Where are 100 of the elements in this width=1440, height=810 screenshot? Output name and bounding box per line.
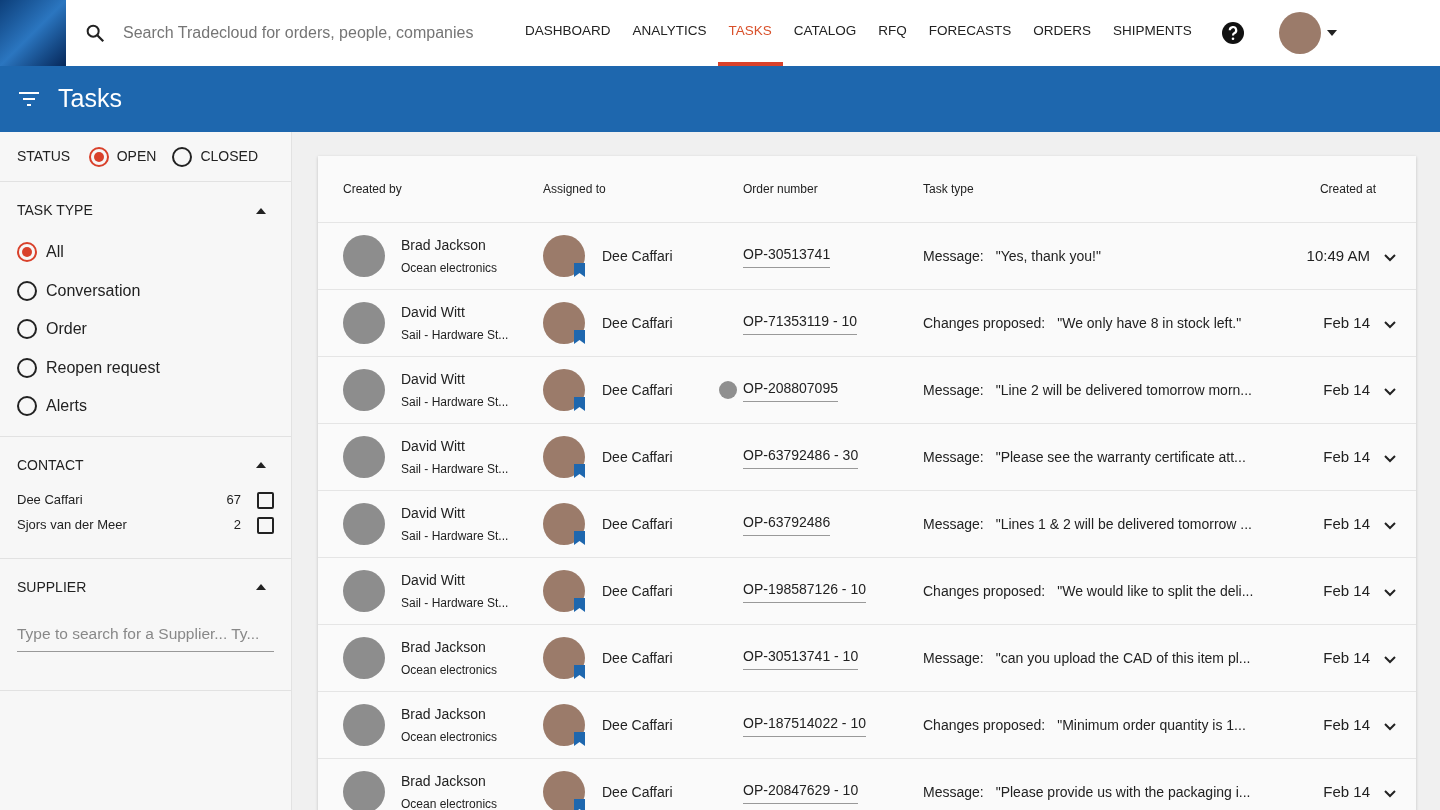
help-icon[interactable]: [1220, 21, 1245, 45]
creator-name: Brad Jackson: [401, 772, 487, 791]
avatar: [543, 369, 585, 411]
task-type: Changes proposed:: [923, 313, 1046, 333]
order-link[interactable]: OP-187514022 - 10: [743, 713, 866, 737]
search-icon[interactable]: [84, 22, 106, 44]
nav-tab[interactable]: FORECASTS: [917, 0, 1023, 66]
task-row[interactable]: David Witt Sail - Hardware St... Dee Caffari OP-63792486 - 30 Message: "Please see the warranty certificate att... Feb 14: [318, 424, 1416, 491]
collapse-caret-icon[interactable]: [256, 207, 266, 214]
creator-name: David Witt: [401, 370, 466, 389]
task-type-option[interactable]: Order: [17, 310, 274, 349]
avatar: [343, 637, 385, 679]
company-name: Sail - Hardware St...: [401, 461, 509, 478]
task-row[interactable]: Brad Jackson Ocean electronics Dee Caffari OP-187514022 - 10 Changes proposed: "Minimum order quantity is 1... Feb 14: [318, 692, 1416, 759]
bookmark-icon: [574, 598, 585, 612]
filter-icon[interactable]: [19, 92, 39, 106]
status-option[interactable]: OPEN: [88, 146, 157, 167]
section-label: SUPPLIER: [17, 577, 87, 597]
task-type: Message:: [923, 447, 984, 467]
company-name: Sail - Hardware St...: [401, 394, 509, 411]
supplier-search-field[interactable]: Type to search for a Supplier... Ty...: [17, 621, 274, 652]
creator-name: Brad Jackson: [401, 705, 487, 724]
nav-tab[interactable]: DASHBOARD: [514, 0, 622, 66]
assignee-name: Dee Caffari: [602, 648, 673, 668]
order-link[interactable]: OP-20847629 - 10: [743, 780, 859, 804]
assignee-name: Dee Caffari: [602, 313, 673, 333]
nav-tab[interactable]: ANALYTICS: [621, 0, 718, 66]
expand-chevron-icon[interactable]: [1384, 790, 1396, 798]
task-row[interactable]: Brad Jackson Ocean electronics Dee Caffari OP-30513741 - 10 Message: "can you upload the CAD of this item pl... Feb 14: [318, 625, 1416, 692]
column-header[interactable]: Assigned to: [543, 180, 743, 198]
task-message: "can you upload the CAD of this item pl...: [995, 648, 1251, 668]
bookmark-icon: [574, 263, 585, 277]
collapse-caret-icon[interactable]: [256, 462, 266, 468]
column-header[interactable]: Created by: [318, 180, 543, 198]
task-row[interactable]: David Witt Sail - Hardware St... Dee Caffari OP-198587126 - 10 Changes proposed: "We would like to split the deli... Feb 14: [318, 558, 1416, 625]
bookmark-icon: [574, 799, 585, 810]
radio-button[interactable]: [17, 396, 37, 417]
order-link[interactable]: OP-198587126 - 10: [743, 579, 866, 603]
bookmark-icon: [574, 531, 585, 545]
created-at: Feb 14: [1323, 781, 1370, 802]
column-header[interactable]: Task type: [923, 180, 1296, 198]
order-link[interactable]: OP-71353119 - 10: [743, 311, 858, 335]
column-header[interactable]: Created at: [1296, 180, 1416, 198]
avatar: [343, 369, 385, 411]
order-link[interactable]: OP-208807095: [743, 378, 838, 402]
avatar: [343, 570, 385, 612]
expand-chevron-icon[interactable]: [1384, 321, 1396, 329]
expand-chevron-icon[interactable]: [1384, 723, 1396, 731]
order-link[interactable]: OP-30513741 - 10: [743, 646, 859, 670]
column-header[interactable]: Order number: [743, 180, 923, 198]
order-link[interactable]: OP-30513741: [743, 244, 831, 268]
task-row[interactable]: David Witt Sail - Hardware St... Dee Caffari OP-63792486 Message: "Lines 1 & 2 will be delivered tomorrow ... Feb 14: [318, 491, 1416, 558]
radio-button[interactable]: [17, 357, 37, 378]
radio-button[interactable]: [17, 280, 37, 301]
dropdown-caret-icon[interactable]: [1326, 30, 1337, 36]
task-row[interactable]: Brad Jackson Ocean electronics Dee Caffari OP-20847629 - 10 Message: "Please provide us with the packaging i... Feb 14: [318, 759, 1416, 810]
order-link[interactable]: OP-63792486: [743, 512, 831, 536]
avatar: [343, 436, 385, 478]
order-link[interactable]: OP-63792486 - 30: [743, 445, 859, 469]
section-label: TASK TYPE: [17, 201, 93, 220]
avatar: [543, 436, 585, 478]
expand-chevron-icon[interactable]: [1384, 589, 1396, 597]
task-type-option[interactable]: Alerts: [17, 387, 274, 426]
avatar: [343, 704, 385, 746]
radio-button[interactable]: [17, 319, 37, 340]
expand-chevron-icon[interactable]: [1384, 455, 1396, 463]
checkbox[interactable]: [257, 491, 274, 509]
nav-tab[interactable]: ORDERS: [1022, 0, 1103, 66]
checkbox[interactable]: [257, 516, 274, 534]
contact-name: Sjors van der Meer: [17, 516, 128, 535]
task-type-option[interactable]: Reopen request: [17, 348, 274, 387]
task-row[interactable]: Brad Jackson Ocean electronics Dee Caffari OP-30513741 Message: "Yes, thank you!" 10:49 AM: [318, 223, 1416, 290]
expand-chevron-icon[interactable]: [1384, 254, 1396, 262]
nav-tab[interactable]: RFQ: [867, 0, 918, 66]
nav-tab[interactable]: SHIPMENTS: [1102, 0, 1203, 66]
radio-button[interactable]: [88, 146, 109, 167]
task-type-option[interactable]: All: [17, 233, 274, 272]
contact-count: 2: [233, 516, 241, 535]
page-title: Tasks: [58, 83, 122, 115]
company-name: Sail - Hardware St...: [401, 528, 509, 545]
avatar[interactable]: [1278, 12, 1321, 54]
avatar: [543, 771, 585, 810]
task-row[interactable]: David Witt Sail - Hardware St... Dee Caffari OP-71353119 - 10 Changes proposed: "We only have 8 in stock left." Feb 14: [318, 290, 1416, 357]
radio-button[interactable]: [172, 146, 193, 167]
task-message: "Please provide us with the packaging i...: [995, 782, 1251, 802]
collapse-caret-icon[interactable]: [256, 584, 266, 590]
task-message: "Minimum order quantity is 1...: [1057, 715, 1246, 735]
avatar: [543, 503, 585, 545]
creator-name: Brad Jackson: [401, 638, 487, 657]
nav-tab[interactable]: CATALOG: [782, 0, 868, 66]
task-type-option[interactable]: Conversation: [17, 271, 274, 310]
expand-chevron-icon[interactable]: [1384, 656, 1396, 664]
expand-chevron-icon[interactable]: [1384, 522, 1396, 530]
task-row[interactable]: David Witt Sail - Hardware St... Dee Caffari OP-208807095 Message: "Line 2 will be delivered tomorrow morn... Feb 14: [318, 357, 1416, 424]
task-type: Message:: [923, 782, 984, 802]
search-field[interactable]: Search Tradecloud for orders, people, companies: [123, 21, 508, 45]
radio-button[interactable]: [17, 242, 37, 263]
section-label: CONTACT: [17, 455, 84, 475]
expand-chevron-icon[interactable]: [1384, 388, 1396, 396]
status-option[interactable]: CLOSED: [172, 146, 258, 167]
